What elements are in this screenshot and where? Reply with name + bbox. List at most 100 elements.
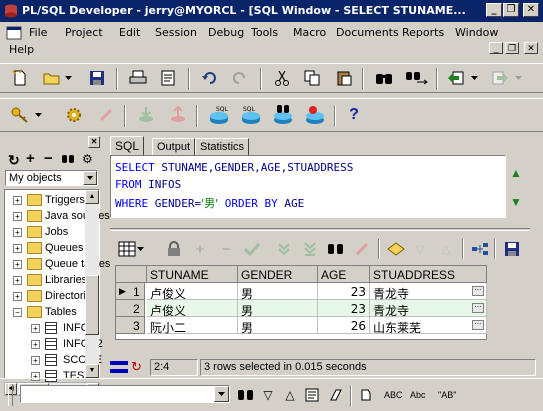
sql-database-icon[interactable]: SQL [208, 103, 230, 125]
refresh-icon[interactable]: ↻ [8, 152, 20, 169]
column-header[interactable]: STUADDRESS [370, 266, 487, 283]
compile-invalid-objects-icon[interactable] [304, 103, 326, 125]
grid-save-icon[interactable] [502, 239, 522, 259]
menu-tools[interactable]: Tools [251, 26, 278, 39]
filter-dropdown-button[interactable] [83, 171, 97, 185]
collapse-icon[interactable]: − [13, 308, 22, 317]
restore-button[interactable]: ❐ [503, 3, 519, 17]
cell-editor-button[interactable]: ··· [472, 320, 484, 330]
expand-icon[interactable]: + [13, 212, 22, 221]
grid-cell-age[interactable]: 23 [318, 283, 370, 300]
editor-grid-splitter[interactable] [110, 228, 530, 231]
help-icon[interactable]: ? [344, 105, 364, 125]
add-icon[interactable]: + [26, 150, 35, 167]
grid-cell-stuname[interactable]: 阮小二 [147, 317, 238, 335]
auto-refresh-icon[interactable]: ↻ [131, 359, 142, 375]
remove-icon[interactable]: − [44, 150, 53, 167]
grid-cell-gender[interactable]: 男 [238, 317, 318, 335]
mdi-minimize-button[interactable]: _ [489, 42, 503, 54]
scroll-thumb[interactable] [85, 275, 99, 335]
row-header[interactable]: 3 [116, 317, 145, 334]
navigate-back-dropdown-icon[interactable] [470, 68, 480, 88]
print-preview-icon[interactable] [158, 68, 178, 88]
grid-cell-age[interactable]: 26 [318, 317, 370, 334]
menu-file[interactable]: File [29, 26, 47, 39]
clear-highlights-icon[interactable] [326, 385, 346, 405]
expand-icon[interactable]: + [13, 276, 22, 285]
grid-cell-gender[interactable]: 男 [238, 300, 318, 318]
scroll-up-arrow-icon[interactable]: ▲ [85, 190, 99, 204]
menu-session[interactable]: Session [155, 26, 197, 39]
copy-icon[interactable] [302, 68, 322, 88]
cell-editor-button[interactable]: ··· [472, 303, 484, 313]
grid-cell-gender[interactable]: 男 [238, 283, 318, 301]
navigate-back-icon[interactable] [446, 68, 466, 88]
find-next-icon[interactable] [404, 68, 430, 88]
select-all-grid-icon[interactable] [117, 239, 137, 259]
execute-gear-icon[interactable] [64, 105, 84, 125]
export-results-icon[interactable] [470, 239, 490, 259]
find-text-icon[interactable] [236, 385, 256, 405]
column-header[interactable]: AGE [318, 266, 370, 283]
undo-icon[interactable] [199, 68, 219, 88]
grid-cell-stuaddress[interactable]: 青龙寺 ··· [370, 283, 487, 301]
expand-icon[interactable]: + [31, 324, 40, 333]
close-button[interactable]: ✕ [523, 3, 539, 17]
single-record-view-icon[interactable] [386, 239, 406, 259]
row-header[interactable]: 2 [116, 300, 145, 317]
menu-documents[interactable]: Documents [336, 26, 399, 39]
expand-icon[interactable]: + [13, 244, 22, 253]
previous-statement-icon[interactable]: ▲ [510, 166, 522, 180]
find-next-arrow-icon[interactable]: ▽ [258, 385, 278, 405]
menu-edit[interactable]: Edit [119, 26, 140, 39]
save-icon[interactable] [87, 68, 107, 88]
print-icon[interactable] [128, 68, 148, 88]
find-icon[interactable] [374, 68, 394, 88]
expand-icon[interactable]: + [13, 260, 22, 269]
grid-options-dropdown-icon[interactable] [136, 239, 146, 259]
sql-editor[interactable]: SELECT STUNAME,GENDER,AGE,STUADDRESS FRO… [110, 155, 506, 218]
expand-icon[interactable]: + [13, 228, 22, 237]
tab-output[interactable]: Output [152, 138, 196, 156]
mdi-close-button[interactable]: ✕ [524, 42, 538, 54]
query-by-example-icon[interactable] [326, 239, 346, 259]
row-header[interactable]: ▶ 1 [116, 283, 145, 300]
column-header[interactable]: GENDER [238, 266, 318, 283]
minimize-button[interactable]: _ [486, 3, 502, 17]
find-input[interactable] [20, 385, 230, 403]
find-previous-arrow-icon[interactable]: △ [280, 385, 300, 405]
browser-filter-icon[interactable]: ⚙ [82, 152, 93, 166]
menu-project[interactable]: Project [65, 26, 103, 39]
find-database-objects-icon[interactable] [272, 103, 294, 125]
match-case-icon[interactable] [358, 385, 378, 405]
menu-reports[interactable]: Reports [402, 26, 444, 39]
browser-filter-select[interactable]: My objects [5, 170, 98, 186]
expand-icon[interactable]: + [13, 292, 22, 301]
tree-vertical-scrollbar[interactable]: ▲ ▼ [85, 190, 99, 378]
new-icon[interactable] [10, 68, 30, 88]
explain-plan-icon[interactable]: SQL [240, 103, 262, 125]
menu-macro[interactable]: Macro [293, 26, 326, 39]
toolbar-grip[interactable] [8, 384, 13, 406]
browser-close-button[interactable]: ✕ [88, 136, 100, 148]
menu-debug[interactable]: Debug [208, 26, 244, 39]
next-statement-icon[interactable]: ▼ [510, 195, 522, 209]
column-header[interactable]: STUNAME [147, 266, 238, 283]
grid-cell-stuaddress[interactable]: 山东莱芜 ··· [370, 317, 487, 335]
menu-help[interactable]: Help [9, 43, 34, 56]
cell-editor-button[interactable]: ··· [472, 286, 484, 296]
grid-cell-stuaddress[interactable]: 青龙寺 ··· [370, 300, 487, 318]
grid-cell-age[interactable]: 23 [318, 300, 370, 317]
tab-sql[interactable]: SQL [110, 136, 145, 155]
cut-icon[interactable] [272, 68, 292, 88]
highlight-all-icon[interactable] [302, 385, 322, 405]
find-history-dropdown-button[interactable] [214, 386, 229, 402]
sql-window-icon[interactable] [6, 26, 22, 40]
browser-find-icon[interactable] [62, 154, 75, 167]
session-key-icon[interactable] [10, 105, 30, 125]
tab-statistics[interactable]: Statistics [195, 138, 250, 156]
case-toggle[interactable]: Abc [410, 390, 426, 400]
grid-cell-stuname[interactable]: 卢俊义 [147, 283, 238, 301]
paste-icon[interactable] [334, 68, 354, 88]
menu-window[interactable]: Window [455, 26, 498, 39]
